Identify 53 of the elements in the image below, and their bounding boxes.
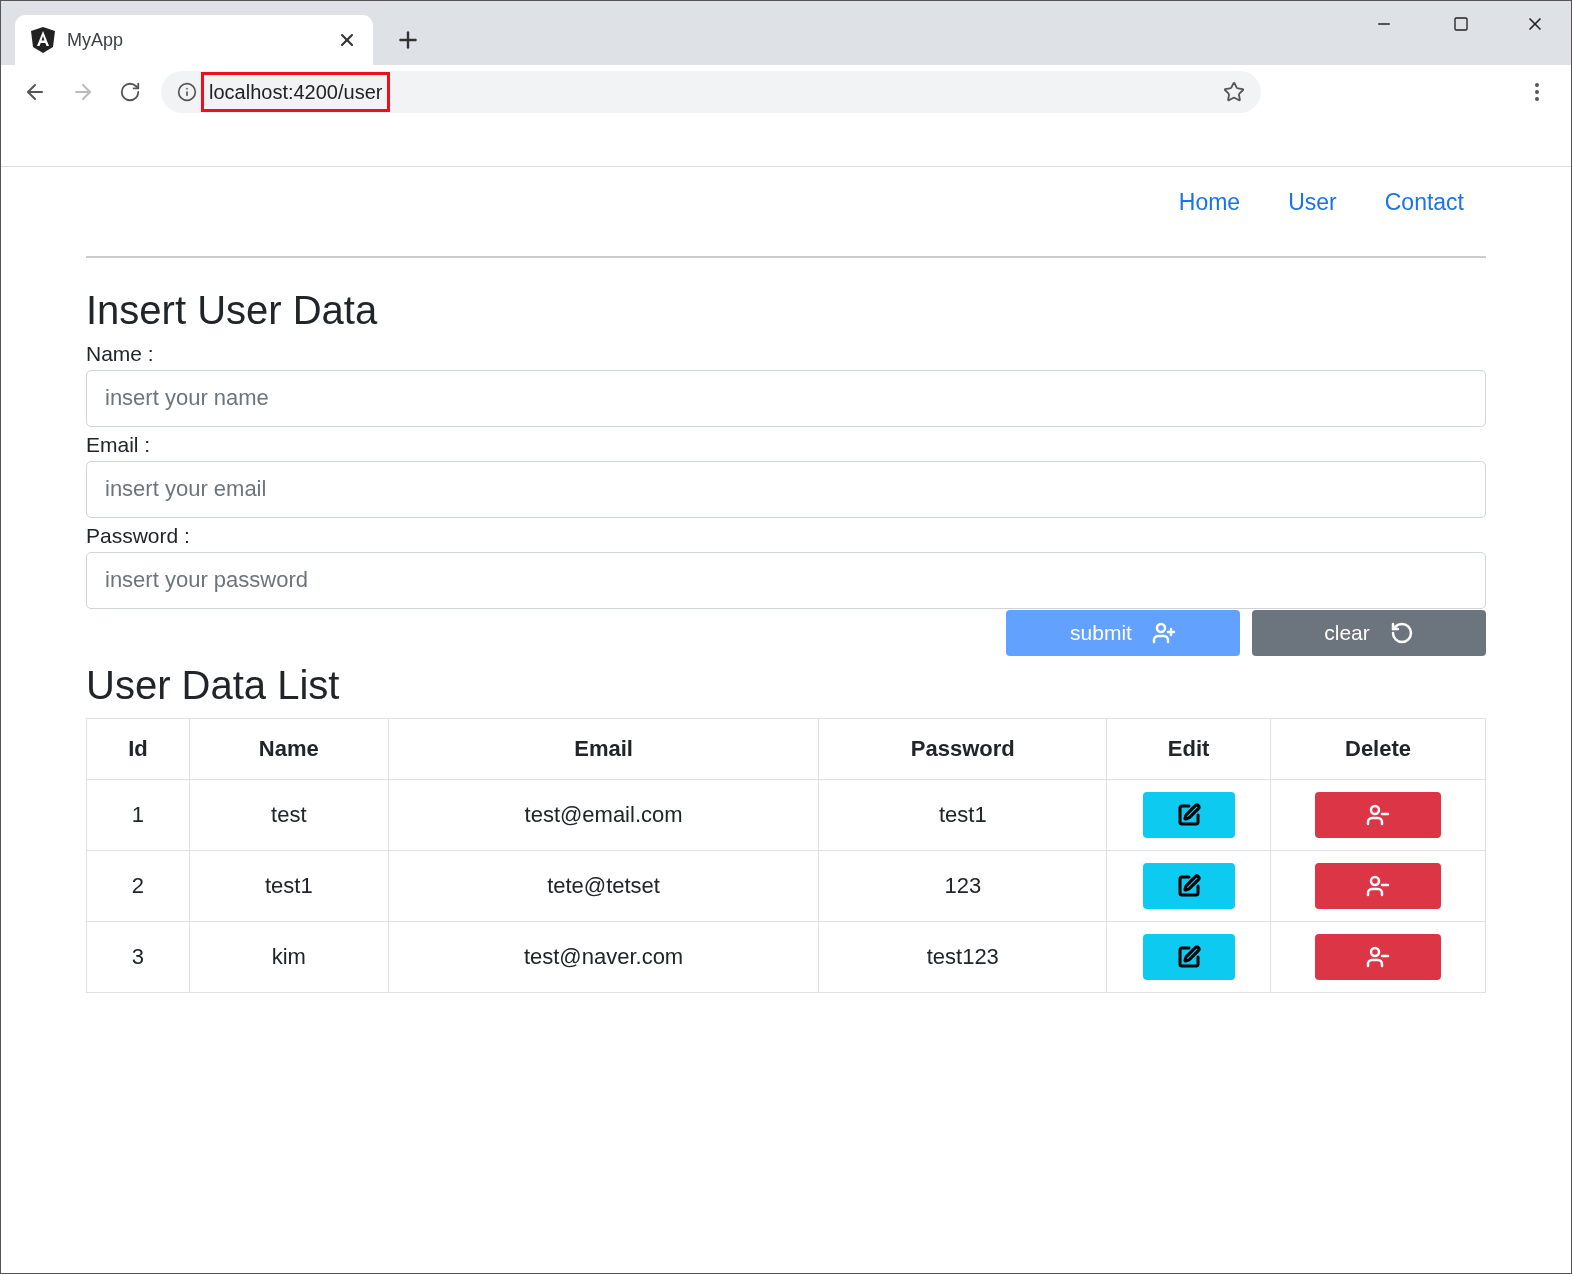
nav-link[interactable]: Home	[1178, 185, 1241, 220]
shield-logo-icon	[31, 27, 55, 53]
remove-user-icon	[1366, 944, 1391, 969]
delete-button[interactable]	[1315, 933, 1442, 980]
edit-icon	[1176, 944, 1201, 969]
table-cell: test1	[189, 850, 389, 921]
bookmark-star-icon[interactable]	[1223, 81, 1245, 103]
table-cell: tete@tetset	[388, 850, 819, 921]
table-cell: test123	[818, 921, 1107, 992]
column-header: Id	[86, 718, 190, 779]
column-header: Email	[388, 718, 819, 779]
column-header: Edit	[1106, 718, 1271, 779]
table-cell: test	[189, 779, 389, 850]
delete-button[interactable]	[1315, 791, 1442, 838]
edit-button[interactable]	[1142, 862, 1235, 909]
column-header: Password	[818, 718, 1107, 779]
table-cell: test@email.com	[388, 779, 819, 850]
section-heading: User Data List	[86, 661, 341, 709]
table-cell: test@naver.com	[388, 921, 819, 992]
field-label: Name :	[86, 340, 155, 367]
url-text: localhost:4200/user	[201, 72, 391, 112]
text-field[interactable]: insert your password	[86, 551, 1486, 609]
text-field[interactable]: insert your email	[86, 460, 1486, 518]
table-cell: 123	[818, 850, 1107, 921]
clear-button[interactable]: clear	[1252, 609, 1486, 656]
undo-icon	[1389, 620, 1414, 645]
column-header: Delete	[1270, 718, 1486, 779]
table-cell: test1	[818, 779, 1107, 850]
field-label: Password :	[86, 522, 191, 549]
edit-button[interactable]	[1142, 933, 1235, 980]
table-cell: 1	[86, 779, 190, 850]
nav-link[interactable]: Contact	[1384, 185, 1464, 220]
text-field[interactable]: insert your name	[86, 369, 1486, 427]
reload-icon[interactable]	[119, 81, 141, 103]
maximize-icon[interactable]	[1453, 16, 1469, 32]
address-bar[interactable]: localhost:4200/user	[161, 71, 1261, 113]
delete-button[interactable]	[1315, 862, 1442, 909]
section-heading: Insert User Data	[86, 286, 379, 334]
tab-title: MyApp	[67, 28, 125, 52]
nav-link[interactable]: User	[1288, 185, 1337, 220]
add-user-icon	[1151, 620, 1176, 645]
table-cell: kim	[189, 921, 389, 992]
browser-tab[interactable]: MyApp	[15, 15, 373, 65]
table-cell: 2	[86, 850, 190, 921]
remove-user-icon	[1366, 873, 1391, 898]
info-icon	[177, 82, 197, 102]
remove-user-icon	[1366, 802, 1391, 827]
edit-icon	[1176, 802, 1201, 827]
edit-button[interactable]	[1142, 791, 1235, 838]
edit-icon	[1176, 873, 1201, 898]
column-header: Name	[189, 718, 389, 779]
table-cell: 3	[86, 921, 190, 992]
field-label: Email :	[86, 431, 152, 458]
